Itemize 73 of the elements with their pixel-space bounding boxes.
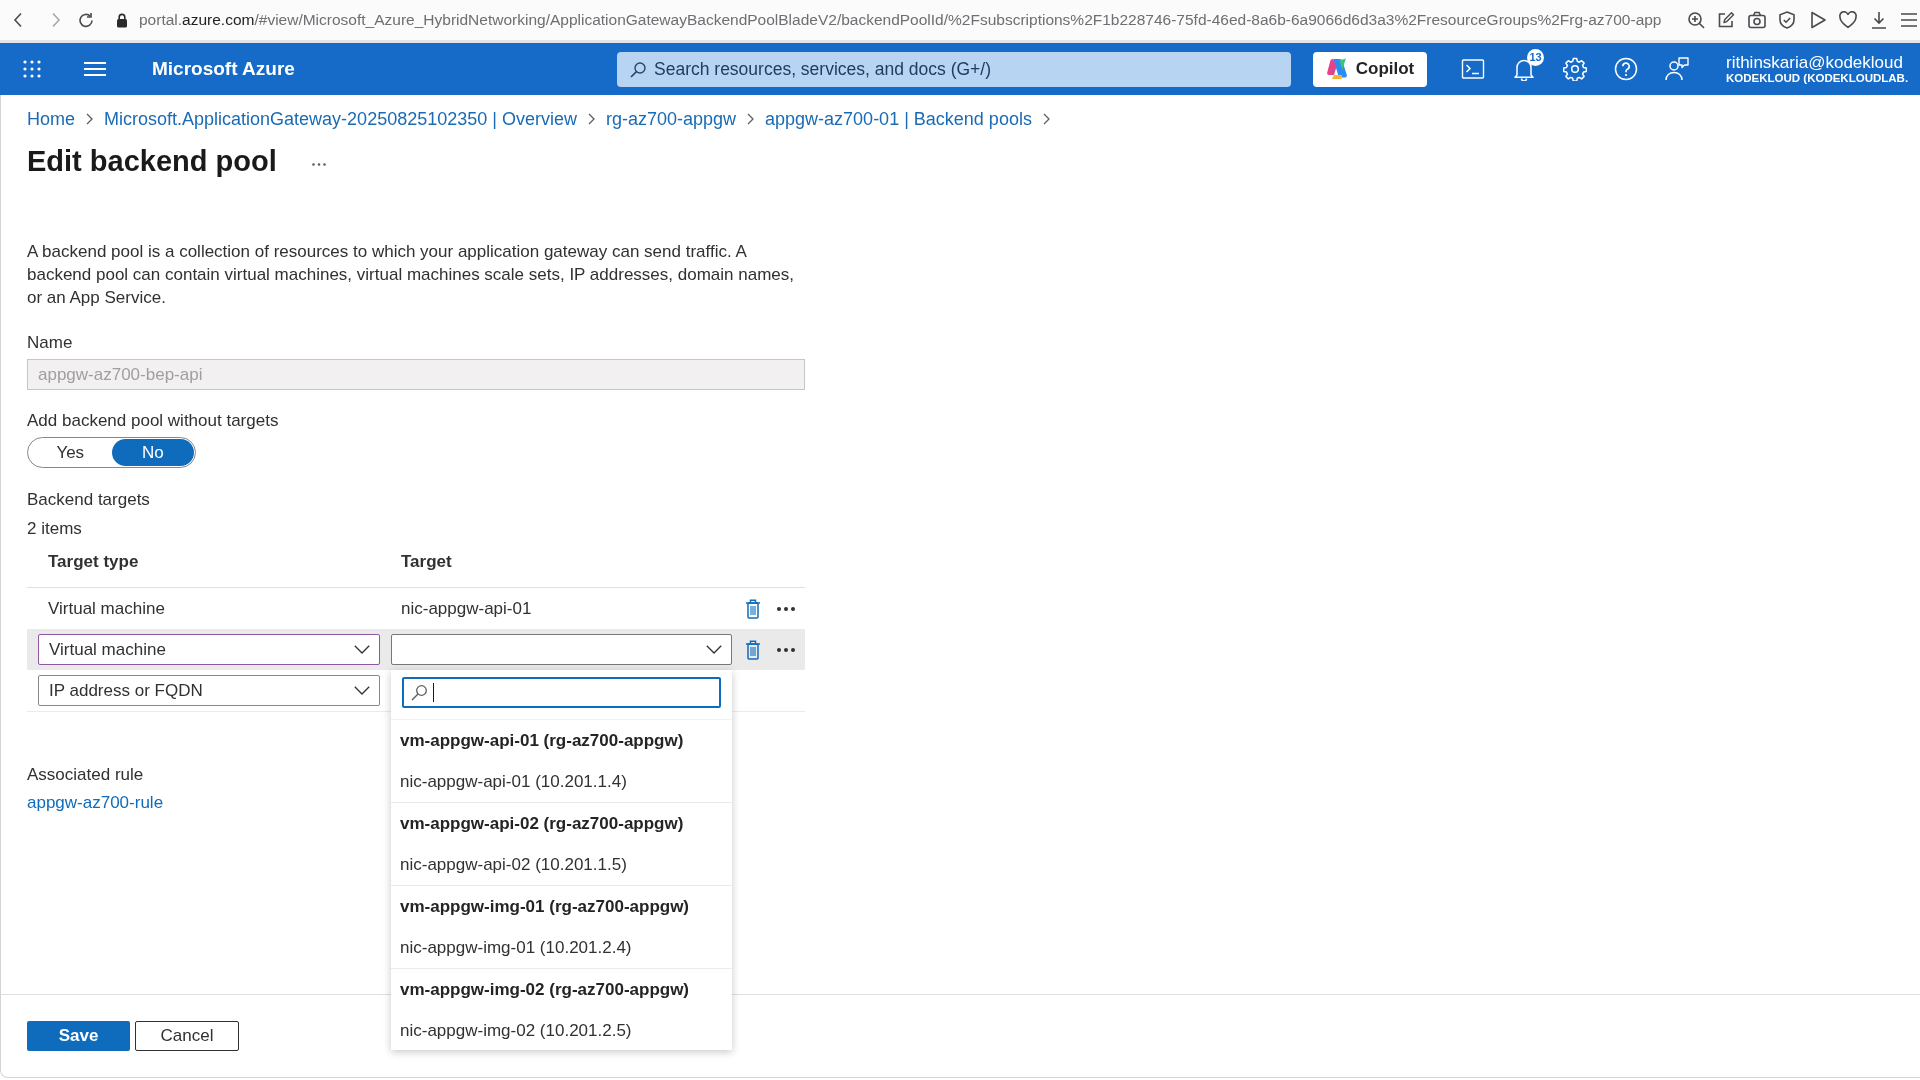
terminal-icon[interactable] xyxy=(1461,57,1485,81)
edit-icon[interactable] xyxy=(1717,11,1735,29)
notification-count: 13 xyxy=(1527,49,1544,66)
account-directory[interactable]: KODEKLOUD (KODEKLOUDLAB. xyxy=(1726,72,1909,86)
table-cell-text: Virtual machine xyxy=(47,597,165,620)
settings-icon[interactable] xyxy=(1563,57,1587,81)
zoom-in-icon[interactable] xyxy=(1686,11,1705,29)
search-icon xyxy=(411,685,427,701)
lock-icon[interactable] xyxy=(116,12,128,28)
toggle-option[interactable]: No xyxy=(111,439,194,466)
trash-icon[interactable] xyxy=(746,598,760,619)
dropdown-group-header: vm-appgw-api-01 (rg-az700-appgw) xyxy=(399,730,685,752)
camera-icon[interactable] xyxy=(1747,11,1766,29)
target-type-dropdown[interactable]: IP address or FQDN xyxy=(38,675,380,706)
field-label: Associated rule xyxy=(27,764,144,786)
column-header: Target xyxy=(400,551,453,573)
name-input: appgw-az700-bep-api xyxy=(27,359,805,390)
text-caret-icon xyxy=(433,683,434,702)
heart-icon[interactable] xyxy=(1839,11,1857,29)
breadcrumb-link[interactable]: Home xyxy=(27,107,75,131)
more-icon[interactable] xyxy=(777,647,795,652)
search-field[interactable]: Search resources, services, and docs (G+/) xyxy=(617,51,1291,87)
chevron-down-icon xyxy=(354,645,370,654)
back-icon[interactable] xyxy=(13,12,23,28)
dropdown-group-header: vm-appgw-img-01 (rg-az700-appgw) xyxy=(399,896,691,918)
dropdown-option[interactable]: nic-appgw-img-02 (10.201.2.5) xyxy=(391,1010,732,1050)
dropdown-option[interactable]: nic-appgw-api-01 (10.201.1.4) xyxy=(391,761,732,802)
save-button[interactable]: Save xyxy=(27,1021,130,1051)
toggle-option[interactable]: Yes xyxy=(29,439,112,466)
target-type-dropdown[interactable]: Virtual machine xyxy=(38,634,380,665)
feedback-icon[interactable] xyxy=(1665,57,1689,81)
more-icon[interactable] xyxy=(777,606,795,611)
play-icon[interactable] xyxy=(1808,11,1827,29)
page-title: Edit backend pool xyxy=(27,144,277,179)
chevron-down-icon xyxy=(354,686,370,695)
chevron-right-icon xyxy=(1042,113,1050,125)
dropdown-group-header: vm-appgw-api-02 (rg-az700-appgw) xyxy=(399,813,685,835)
dropdown-group-header: vm-appgw-img-02 (rg-az700-appgw) xyxy=(399,979,691,1001)
cancel-button[interactable]: Cancel xyxy=(135,1021,239,1051)
dropdown-option[interactable]: nic-appgw-api-02 (10.201.1.5) xyxy=(391,844,732,885)
breadcrumb-link[interactable]: rg-az700-appgw xyxy=(605,107,737,131)
trash-icon[interactable] xyxy=(746,639,760,660)
menu-icon[interactable] xyxy=(84,61,106,77)
more-icon[interactable] xyxy=(311,162,326,166)
logo-icon xyxy=(1325,58,1348,80)
table-cell-text: nic-appgw-api-01 xyxy=(400,597,532,620)
chevron-right-icon xyxy=(86,113,93,125)
section-title: Backend targets xyxy=(27,489,150,511)
rule-link[interactable]: appgw-az700-rule xyxy=(27,792,164,814)
chevron-right-icon xyxy=(747,113,755,125)
search-field[interactable] xyxy=(402,677,721,708)
field-label: Add backend pool without targets xyxy=(27,410,279,432)
brand-name[interactable]: Microsoft Azure xyxy=(152,58,295,80)
dropdown-option[interactable]: nic-appgw-img-01 (10.201.2.4) xyxy=(391,927,732,968)
breadcrumb-link[interactable]: appgw-az700-01 | Backend pools xyxy=(765,107,1032,131)
shield-check-icon[interactable] xyxy=(1778,11,1796,29)
field-label: Name xyxy=(27,332,73,354)
chevron-down-icon xyxy=(706,645,722,654)
item-count: 2 items xyxy=(27,518,82,540)
account-email[interactable]: rithinskaria@kodekloud xyxy=(1726,52,1909,73)
target-dropdown[interactable] xyxy=(391,634,732,665)
download-icon[interactable] xyxy=(1869,11,1888,29)
chevron-right-icon xyxy=(587,113,595,125)
help-icon[interactable] xyxy=(1614,57,1638,81)
address-bar-url[interactable]: portal.azure.com/#view/Microsoft_Azure_HybridNetworking/ApplicationGatewayBackendPoolBladeV2/backendPoolId/%2Fsubscriptions%2F1b228746-75fd-46ed-8a6b-6a9066d6d3a3%2FresourceGroups%2Frg-az700-app xyxy=(139,11,1662,29)
search-icon xyxy=(630,61,646,78)
menu-icon[interactable] xyxy=(1900,11,1918,29)
description-text: A backend pool is a collection of resources to which your application gateway can send traffic. A backend pool can contain virtual machines, virtual machines scale sets, IP addresses, domain names, or an App Service. xyxy=(27,241,795,309)
copilot-button[interactable]: Copilot xyxy=(1313,51,1427,87)
column-header: Target type xyxy=(47,551,140,573)
reload-icon[interactable] xyxy=(78,12,94,28)
breadcrumb-link[interactable]: Microsoft.ApplicationGateway-20250825102350 | Overview xyxy=(104,107,577,131)
app-grid-icon[interactable] xyxy=(23,60,41,78)
